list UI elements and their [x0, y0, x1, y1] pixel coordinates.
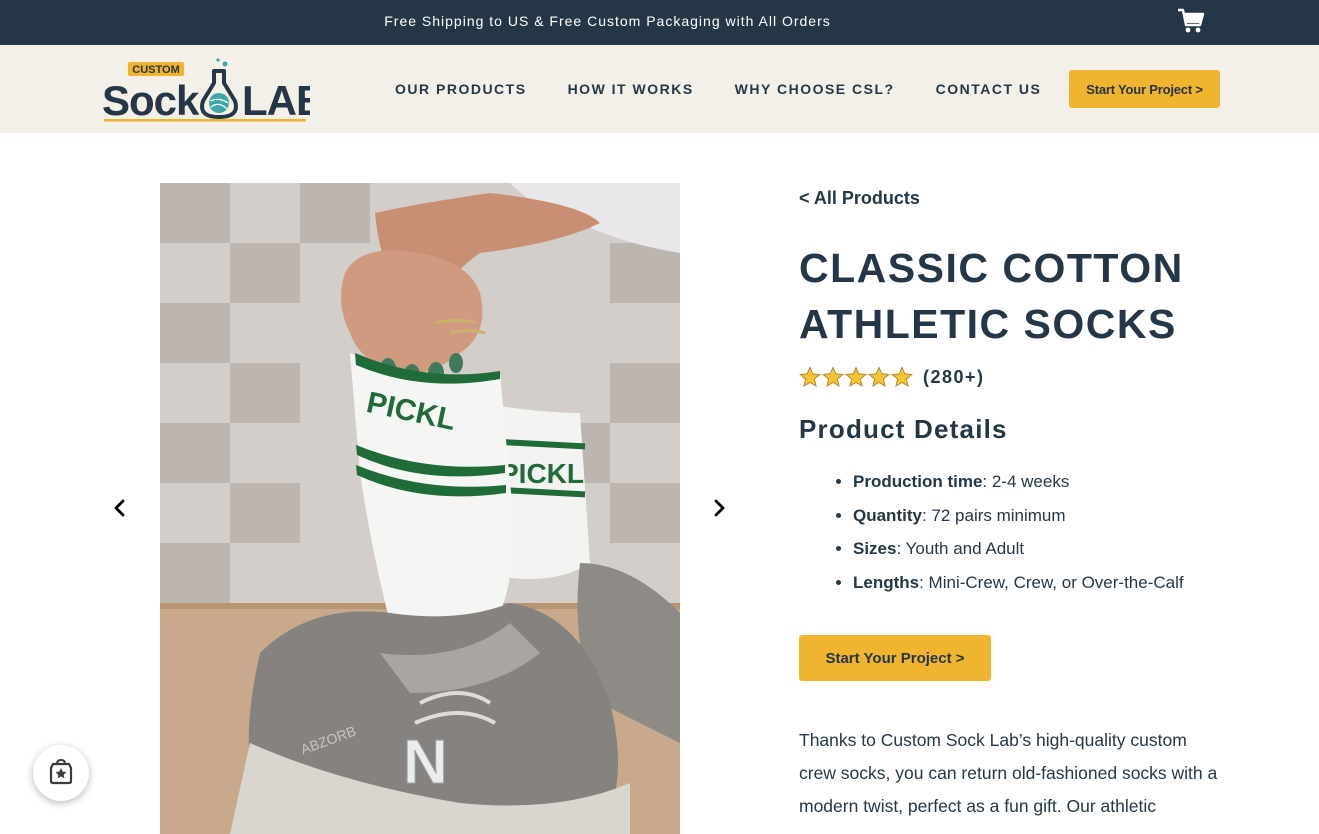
star-icon: [845, 366, 867, 387]
star-icon: [822, 366, 844, 387]
nav-how-it-works[interactable]: HOW IT WORKS: [568, 81, 694, 97]
product-image-gallery[interactable]: PICKL PICKL N ABZORB: [160, 183, 680, 834]
site-header: CUSTOM Sock LAB OUR PRODUCTS HOW IT WORK…: [0, 45, 1319, 133]
product-title: CLASSIC COTTON ATHLETIC SOCKS: [799, 245, 1184, 347]
header-start-project-button[interactable]: Start Your Project >: [1069, 70, 1220, 108]
detail-production-time: Production time: 2-4 weeks: [853, 470, 1184, 504]
nav-our-products[interactable]: OUR PRODUCTS: [395, 81, 527, 97]
detail-value: : Youth and Adult: [896, 539, 1025, 558]
review-count[interactable]: (280+): [923, 367, 985, 388]
detail-label: Production time: [853, 472, 983, 491]
logo-top-text: CUSTOM: [132, 64, 179, 76]
chevron-right-icon[interactable]: [707, 496, 731, 520]
announcement-bar: Free Shipping to US & Free Custom Packag…: [0, 0, 1319, 45]
reviews-badge-button[interactable]: [33, 745, 89, 801]
all-products-link[interactable]: < All Products: [799, 188, 920, 209]
product-rating[interactable]: (280+): [799, 366, 985, 388]
reviews-badge-icon: [49, 759, 73, 785]
shoe-logo-letter: N: [403, 728, 448, 797]
detail-value: : 72 pairs minimum: [921, 505, 1066, 525]
detail-sizes: Sizes: Youth and Adult: [853, 537, 1184, 571]
detail-quantity: Quantity: 72 pairs minimum: [853, 504, 1184, 538]
detail-label: Lengths: [853, 572, 920, 592]
announcement-text: Free Shipping to US & Free Custom Packag…: [384, 13, 831, 29]
chevron-left-icon[interactable]: [108, 496, 132, 520]
product-details-heading: Product Details: [799, 414, 1008, 444]
logo-main-left: Sock: [102, 77, 200, 124]
detail-value: : 2-4 weeks: [982, 472, 1070, 491]
cart-icon[interactable]: [1177, 8, 1205, 34]
detail-label: Sizes: [853, 539, 897, 558]
logo-main-right: LAB: [242, 77, 310, 124]
nav-contact-us[interactable]: CONTACT US: [936, 81, 1042, 97]
star-icon: [868, 366, 890, 387]
product-photo: PICKL PICKL N ABZORB: [160, 183, 680, 834]
detail-label: Quantity: [853, 505, 922, 525]
main-nav: OUR PRODUCTS HOW IT WORKS WHY CHOOSE CSL…: [395, 45, 1082, 133]
detail-lengths: Lengths: Mini-Crew, Crew, or Over-the-Ca…: [853, 571, 1184, 605]
star-icon: [891, 366, 913, 387]
custom-sock-lab-logo[interactable]: CUSTOM Sock LAB: [100, 55, 310, 125]
product-details-list: Production time: 2-4 weeks Quantity: 72 …: [853, 470, 1184, 604]
star-icon: [799, 366, 821, 387]
back-sock-text: PICKL: [500, 458, 584, 489]
nav-why-choose-csl[interactable]: WHY CHOOSE CSL?: [735, 81, 895, 97]
start-project-button[interactable]: Start Your Project >: [799, 635, 991, 681]
detail-value: : Mini-Crew, Crew, or Over-the-Calf: [919, 572, 1184, 592]
product-description: Thanks to Custom Sock Lab’s high-quality…: [799, 730, 1218, 816]
